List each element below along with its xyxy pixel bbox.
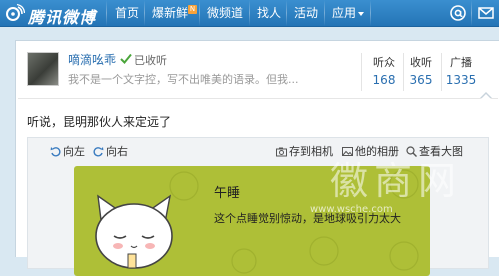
nav-item-apps[interactable]: 应用 bbox=[332, 0, 365, 26]
nav-separator bbox=[106, 0, 107, 26]
follow-status[interactable]: 已收听 bbox=[134, 52, 167, 68]
rotate-left-icon bbox=[50, 147, 61, 157]
rotate-left-button[interactable]: 向左 bbox=[50, 143, 85, 159]
checkmark-icon bbox=[120, 53, 132, 64]
nav-separator bbox=[286, 0, 287, 26]
nav-item-label: 首页 bbox=[115, 6, 140, 20]
nav-item-label: 活动 bbox=[294, 6, 319, 20]
image-title: 午睡 bbox=[214, 186, 241, 201]
stat-label-broadcasts: 广播 bbox=[450, 56, 472, 69]
nav-item-label: 应用 bbox=[332, 6, 357, 20]
tencent-weibo-logo-icon bbox=[6, 3, 25, 21]
profile-bio: 我不是一个文字控，写不出唯美的语录。但我... bbox=[68, 73, 299, 86]
nav-item-find-people[interactable]: 找人 bbox=[257, 0, 281, 26]
nav-separator bbox=[370, 0, 371, 26]
stat-label-following: 收听 bbox=[410, 56, 432, 69]
nav-item-home[interactable]: 首页 bbox=[115, 0, 139, 26]
stat-value-following[interactable]: 365 bbox=[401, 73, 441, 87]
save-to-camera-label: 存到相机 bbox=[289, 145, 333, 158]
nav-item-hot[interactable]: 爆新鲜 N bbox=[152, 0, 198, 26]
rotate-right-button[interactable]: 向右 bbox=[93, 143, 128, 159]
content-panel: 嘀滴吆乖 已收听 我不是一个文字控，写不出唯美的语录。但我... 听众 168 … bbox=[15, 40, 499, 276]
chevron-down-icon bbox=[358, 11, 365, 16]
avatar[interactable] bbox=[27, 52, 59, 86]
profile-name[interactable]: 嘀滴吆乖 bbox=[68, 51, 116, 68]
divider bbox=[18, 98, 498, 99]
rotate-right-icon bbox=[93, 147, 104, 157]
mention-icon[interactable] bbox=[449, 4, 467, 22]
nav-item-events[interactable]: 活动 bbox=[294, 0, 318, 26]
pointer-arrow-inner bbox=[481, 94, 491, 99]
nav-item-label: 微频道 bbox=[207, 6, 244, 20]
rotate-right-label: 向右 bbox=[106, 145, 128, 158]
nav-separator bbox=[471, 0, 472, 26]
save-to-camera-button[interactable]: 存到相机 bbox=[276, 143, 333, 159]
new-badge: N bbox=[188, 5, 198, 14]
sleeping-cat bbox=[95, 194, 173, 269]
nav-separator bbox=[199, 0, 200, 26]
top-navigation-bar: 腾讯微博 首页 爆新鲜 N 微频道 找人 活动 应用 bbox=[0, 0, 499, 27]
nav-item-channel[interactable]: 微频道 bbox=[207, 0, 243, 26]
stat-value-broadcasts[interactable]: 1335 bbox=[441, 73, 481, 87]
rotate-left-label: 向左 bbox=[63, 145, 85, 158]
nav-separator bbox=[249, 0, 250, 26]
nav-separator bbox=[324, 0, 325, 26]
stat-label-listeners: 听众 bbox=[373, 56, 395, 69]
nav-item-label: 爆新鲜 bbox=[152, 6, 189, 20]
camera-icon bbox=[276, 147, 287, 157]
watermark-brand: 徽商网 bbox=[330, 159, 463, 203]
nav-item-label: 找人 bbox=[257, 6, 282, 20]
mail-icon[interactable] bbox=[477, 4, 495, 22]
post-text: 听说，昆明那伙人来定远了 bbox=[27, 115, 172, 129]
nav-separator bbox=[144, 0, 145, 26]
stats-separator bbox=[361, 53, 362, 91]
logo-text: 腾讯微博 bbox=[28, 8, 97, 27]
watermark-url: www.wsche.com bbox=[310, 204, 393, 215]
stat-value-listeners[interactable]: 168 bbox=[364, 73, 404, 87]
